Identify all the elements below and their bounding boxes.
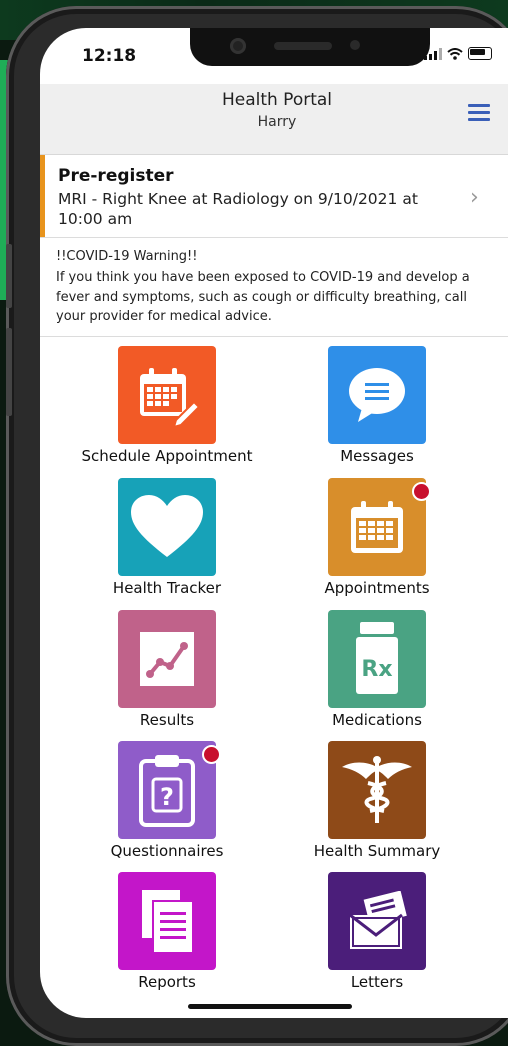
wifi-icon bbox=[447, 47, 463, 60]
tile-appointments[interactable]: Appointments bbox=[270, 478, 480, 608]
notification-badge bbox=[412, 482, 431, 501]
line-chart-icon bbox=[118, 610, 216, 708]
tile-label: Messages bbox=[340, 447, 414, 465]
tile-medications[interactable]: Rx Medications bbox=[270, 610, 480, 740]
tile-results[interactable]: Results bbox=[60, 610, 270, 740]
caduceus-icon bbox=[328, 741, 426, 839]
tile-label: Results bbox=[139, 711, 195, 729]
user-name: Harry bbox=[257, 114, 297, 130]
tile-label: Medications bbox=[332, 711, 422, 729]
preregister-title: Pre-register bbox=[58, 166, 174, 186]
preregister-accent-bar bbox=[40, 155, 45, 237]
tile-schedule-appointment[interactable]: Schedule Appointment bbox=[60, 346, 270, 476]
front-camera bbox=[230, 38, 246, 54]
app-title: Health Portal bbox=[221, 90, 333, 110]
document-stack-icon bbox=[118, 872, 216, 970]
tile-messages[interactable]: Messages bbox=[270, 346, 480, 476]
hamburger-menu-icon[interactable] bbox=[468, 104, 490, 122]
svg-text:Rx: Rx bbox=[361, 657, 392, 682]
tile-label: Schedule Appointment bbox=[81, 447, 253, 465]
preregister-card[interactable]: Pre-register MRI - Right Knee at Radiolo… bbox=[40, 155, 508, 238]
tile-label: Appointments bbox=[324, 579, 430, 597]
covid-warning: !!COVID-19 Warning!! If you think you ha… bbox=[40, 238, 508, 337]
battery-icon bbox=[468, 47, 492, 60]
tile-health-tracker[interactable]: Health Tracker bbox=[60, 478, 270, 608]
tile-label: Health Summary bbox=[313, 842, 441, 860]
volume-up-button bbox=[6, 244, 12, 308]
tile-label: Reports bbox=[138, 973, 196, 991]
tile-questionnaires[interactable]: ? Questionnaires bbox=[60, 741, 270, 871]
status-time: 12:18 bbox=[82, 46, 137, 66]
tile-label: Health Tracker bbox=[112, 579, 222, 597]
proximity-sensor bbox=[350, 40, 360, 50]
tile-health-summary[interactable]: Health Summary bbox=[270, 741, 480, 871]
tile-letters[interactable]: Letters bbox=[270, 872, 480, 1002]
svg-text:?: ? bbox=[160, 783, 174, 811]
chat-bubble-icon bbox=[328, 346, 426, 444]
screen: 12:18 Health Portal Harry Pre-register M… bbox=[40, 28, 508, 1018]
app-header: Health Portal Harry bbox=[40, 84, 508, 155]
phone-frame: 12:18 Health Portal Harry Pre-register M… bbox=[6, 6, 508, 1046]
envelope-letter-icon bbox=[328, 872, 426, 970]
covid-warning-text: If you think you have been exposed to CO… bbox=[56, 270, 470, 324]
notification-badge bbox=[202, 745, 221, 764]
chevron-right-icon: › bbox=[470, 185, 479, 210]
tile-reports[interactable]: Reports bbox=[60, 872, 270, 1002]
status-icons bbox=[424, 47, 492, 60]
preregister-description: MRI - Right Knee at Radiology on 9/10/20… bbox=[58, 190, 418, 228]
earpiece-speaker bbox=[274, 42, 332, 50]
tile-label: Questionnaires bbox=[110, 842, 224, 860]
tile-label: Letters bbox=[350, 973, 404, 991]
notch bbox=[190, 28, 430, 66]
covid-warning-heading: !!COVID-19 Warning!! bbox=[56, 249, 198, 264]
rx-bottle-icon: Rx bbox=[328, 610, 426, 708]
volume-down-button bbox=[6, 328, 12, 416]
home-indicator[interactable] bbox=[188, 1004, 352, 1009]
heart-icon bbox=[118, 478, 216, 576]
calendar-edit-icon bbox=[118, 346, 216, 444]
